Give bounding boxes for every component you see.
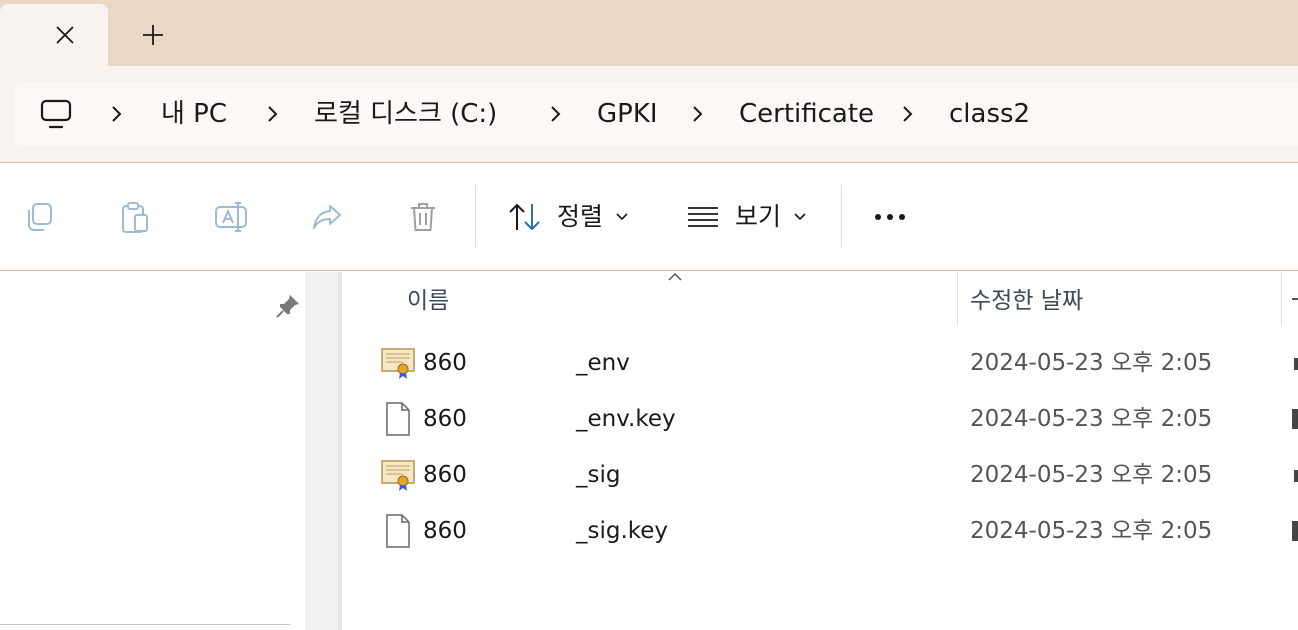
more-options-button[interactable] xyxy=(871,198,909,236)
close-icon xyxy=(56,26,74,44)
column-header-truncated xyxy=(1292,298,1298,300)
breadcrumb-item-certificate[interactable]: Certificate xyxy=(739,96,874,132)
rename-icon xyxy=(215,202,247,232)
breadcrumb-item-class2[interactable]: class2 xyxy=(949,96,1030,132)
pane-splitter[interactable] xyxy=(305,272,338,630)
file-name[interactable]: 860 xyxy=(423,459,469,491)
breadcrumb-separator-icon[interactable] xyxy=(262,100,282,128)
new-tab-button[interactable] xyxy=(138,20,168,50)
file-name-suffix[interactable]: _sig xyxy=(576,459,620,491)
column-header-name[interactable]: 이름 xyxy=(407,284,449,318)
certificate-icon xyxy=(381,460,415,491)
share-icon xyxy=(313,205,341,229)
view-icon-wrapper[interactable] xyxy=(684,198,722,236)
breadcrumb-separator-icon[interactable] xyxy=(897,100,917,128)
navpane-divider xyxy=(0,624,290,625)
command-separator xyxy=(841,185,842,247)
sort-icon xyxy=(509,203,540,231)
computer-icon[interactable] xyxy=(38,96,74,132)
breadcrumb-separator-icon[interactable] xyxy=(106,100,126,128)
chevron-down-icon[interactable] xyxy=(793,211,807,223)
file-icon xyxy=(386,514,410,548)
column-divider[interactable] xyxy=(957,272,958,326)
trash-icon xyxy=(411,203,435,231)
sort-icon-wrapper[interactable] xyxy=(506,198,544,236)
certificate-icon xyxy=(381,348,415,379)
file-name[interactable]: 860 xyxy=(423,403,469,435)
file-modified-date: 2024-05-23 오후 2:05 xyxy=(970,350,1213,376)
plus-icon xyxy=(143,25,163,45)
copy-button[interactable] xyxy=(20,198,58,236)
truncated-cell xyxy=(1294,358,1298,370)
file-modified-date: 2024-05-23 오후 2:05 xyxy=(970,462,1213,488)
navigation-pane xyxy=(0,272,305,630)
breadcrumb-item-my-pc[interactable]: 내 PC xyxy=(161,96,227,132)
sort-button[interactable]: 정렬 xyxy=(557,200,603,234)
paste-icon xyxy=(122,202,148,233)
copy-icon xyxy=(28,203,52,231)
command-separator xyxy=(475,185,476,247)
view-button[interactable]: 보기 xyxy=(735,200,781,234)
breadcrumb-item-local-disk[interactable]: 로컬 디스크 (C:) xyxy=(314,96,497,132)
file-name[interactable]: 860 xyxy=(423,515,469,547)
tab-strip xyxy=(0,0,1298,66)
sort-ascending-icon xyxy=(668,272,682,281)
file-modified-date: 2024-05-23 오후 2:05 xyxy=(970,406,1213,432)
file-name-suffix[interactable]: _sig.key xyxy=(576,515,668,547)
truncated-cell xyxy=(1292,409,1298,429)
breadcrumb-item-gpki[interactable]: GPKI xyxy=(597,96,658,132)
paste-button[interactable] xyxy=(116,198,154,236)
close-tab-button[interactable] xyxy=(50,20,80,50)
view-list-icon xyxy=(688,207,718,227)
file-list xyxy=(342,272,1298,630)
breadcrumb-separator-icon[interactable] xyxy=(687,100,707,128)
breadcrumb-separator-icon[interactable] xyxy=(545,100,565,128)
more-icon xyxy=(875,214,905,220)
truncated-cell xyxy=(1294,470,1298,482)
file-name-suffix[interactable]: _env.key xyxy=(576,403,676,435)
column-header-modified[interactable]: 수정한 날짜 xyxy=(970,284,1083,318)
delete-button[interactable] xyxy=(404,198,442,236)
file-name[interactable]: 860 xyxy=(423,347,469,379)
commandbar-divider xyxy=(0,270,1298,271)
file-modified-date: 2024-05-23 오후 2:05 xyxy=(970,518,1213,544)
file-name-suffix[interactable]: _env xyxy=(576,347,630,379)
rename-button[interactable] xyxy=(212,198,250,236)
file-icon xyxy=(386,402,410,436)
truncated-cell xyxy=(1292,521,1298,541)
column-divider[interactable] xyxy=(1281,272,1282,326)
command-bar xyxy=(0,163,1298,270)
share-button[interactable] xyxy=(308,198,346,236)
chevron-down-icon[interactable] xyxy=(615,211,629,223)
pin-icon[interactable] xyxy=(274,292,302,320)
